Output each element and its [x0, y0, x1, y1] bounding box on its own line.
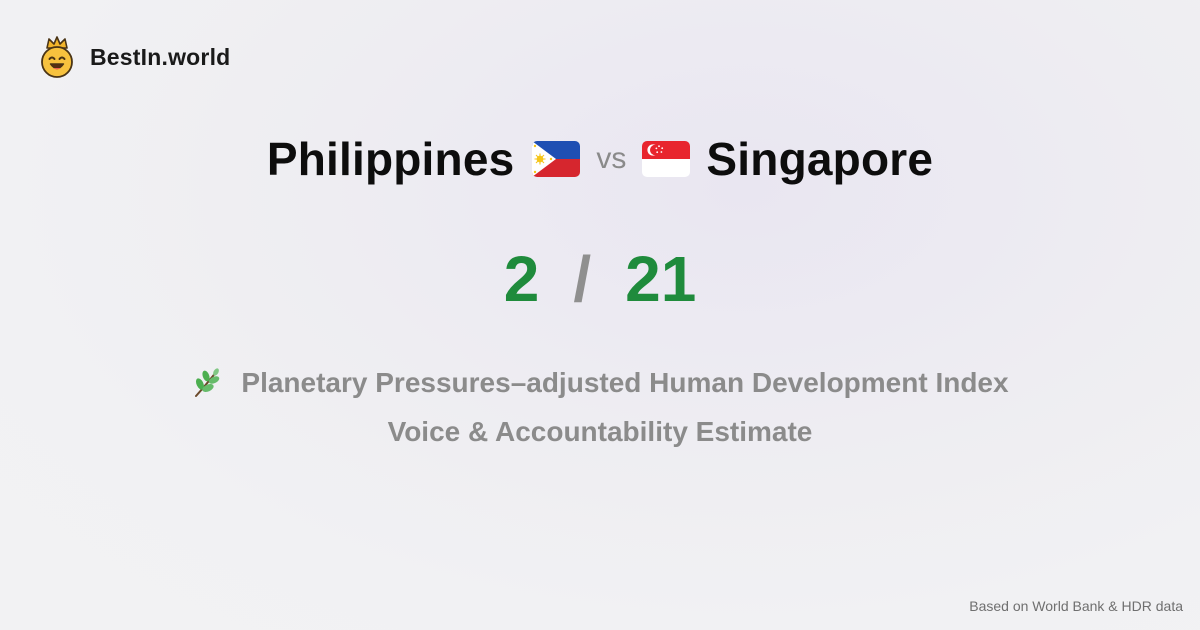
metric-title: Planetary Pressures–adjusted Human Devel…: [241, 367, 1009, 398]
crowned-smiley-icon: [41, 36, 73, 78]
metric-subtitle: Voice & Accountability Estimate: [387, 416, 813, 447]
philippines-flag-icon: [532, 141, 581, 177]
data-source-note: Based on World Bank & HDR data: [969, 598, 1183, 614]
singapore-flag-icon: [642, 141, 691, 177]
brand-name: BestIn.world: [90, 43, 231, 70]
rank-score: 2 / 21: [0, 242, 1200, 316]
metric-description: Planetary Pressures–adjusted Human Devel…: [0, 362, 1200, 452]
left-country-name: Philippines: [266, 133, 515, 185]
herb-icon: [195, 368, 220, 397]
left-rank: 2: [503, 243, 540, 315]
rank-separator: /: [573, 243, 592, 315]
right-rank: 21: [625, 243, 697, 315]
right-country-name: Singapore: [706, 133, 934, 185]
vs-label: vs: [596, 142, 627, 175]
comparison-title: Philippines vs Singapore: [0, 132, 1200, 186]
brand[interactable]: BestIn.world: [38, 36, 230, 78]
